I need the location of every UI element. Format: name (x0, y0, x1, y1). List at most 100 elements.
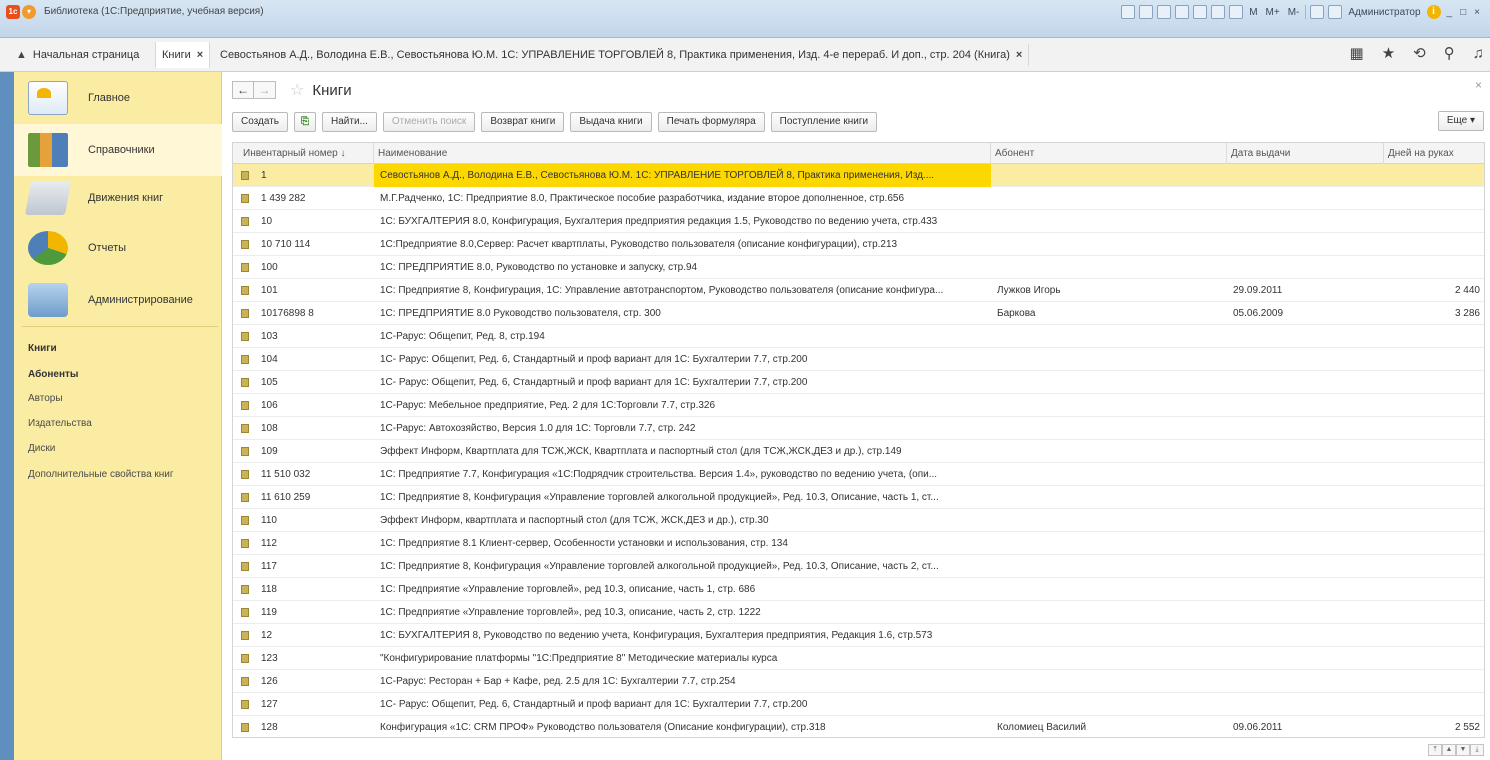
inventory-number: 119 (261, 607, 277, 618)
issue-book-button[interactable]: Выдача книги (570, 112, 652, 132)
apps-grid-icon[interactable]: ▦ (1350, 44, 1364, 62)
nav-link-publishers[interactable]: Издательства (28, 418, 92, 429)
column-inventory-number[interactable]: Инвентарный номер ↓ (233, 143, 374, 164)
cell-inventory-number: 12 (233, 624, 374, 647)
nav-link-disks[interactable]: Диски (28, 443, 55, 454)
table-row[interactable]: 128 Конфигурация «1С: CRM ПРОФ» Руководст… (233, 716, 1484, 737)
inventory-number: 123 (261, 653, 278, 664)
search-icon[interactable]: ⚲ (1444, 44, 1455, 62)
inventory-number: 10176898 8 (261, 308, 314, 319)
table-row[interactable]: 11 610 259 1С: Предприятие 8, Конфигураци… (233, 486, 1484, 509)
inventory-number: 106 (261, 400, 278, 411)
find-button[interactable]: Найти... (322, 112, 377, 132)
table-row[interactable]: 10176898 8 1С: ПРЕДПРИЯТИЕ 8.0 Руководств… (233, 302, 1484, 325)
table-row[interactable]: 110 Эффект Информ, квартплата и паспортны… (233, 509, 1484, 532)
cell-subscriber: Коломиец Василий (997, 722, 1087, 733)
back-button[interactable]: ← (232, 81, 254, 99)
table-row[interactable]: 117 1С: Предприятие 8, Конфигурация «Упра… (233, 555, 1484, 578)
column-subscriber[interactable]: Абонент (991, 143, 1227, 164)
section-book-movements-label: Движения книг (88, 192, 164, 204)
nav-link-authors[interactable]: Авторы (28, 393, 63, 404)
app-logo-icon[interactable]: 1c (6, 5, 20, 19)
table-row[interactable]: 127 1С- Рарус: Общепит, Ред. 6, Стандартн… (233, 693, 1484, 716)
memory-plus-button[interactable]: M+ (1264, 7, 1282, 18)
scroll-top-button[interactable]: ⤒ (1428, 744, 1442, 756)
section-main[interactable]: Главное (14, 72, 222, 124)
table-row[interactable]: 112 1С: Предприятие 8.1 Клиент-сервер, Ос… (233, 532, 1484, 555)
table-row[interactable]: 1 Севостьянов А.Д., Володина Е.В., Севост… (233, 164, 1484, 187)
cancel-search-button[interactable]: Отменить поиск (382, 112, 476, 132)
table-row[interactable]: 108 1С-Рарус: Автохозяйство, Версия 1.0 д… (233, 417, 1484, 440)
calendar-icon[interactable] (1211, 5, 1226, 19)
notifications-bell-icon[interactable]: ♫ (1473, 45, 1484, 62)
copy-link-icon[interactable] (1193, 5, 1208, 19)
table-row[interactable]: 12 1С: БУХГАЛТЕРИЯ 8, Руководство по веде… (233, 624, 1484, 647)
section-reports[interactable]: Отчеты (14, 222, 222, 274)
scroll-controls: ⤒ ▲ ▼ ⤓ (1428, 744, 1484, 756)
close-window-button[interactable]: × (1472, 7, 1482, 18)
table-row[interactable]: 10 1С: БУХГАЛТЕРИЯ 8.0, Конфигурация, Бух… (233, 210, 1484, 233)
toolbar-divider (1305, 5, 1307, 19)
column-name[interactable]: Наименование (374, 143, 991, 164)
cell-inventory-number: 106 (233, 394, 374, 417)
copy-button[interactable]: ⎘ (294, 112, 317, 132)
preview-icon[interactable] (1157, 5, 1172, 19)
section-administration[interactable]: Администрирование (14, 274, 222, 326)
favorites-star-icon[interactable]: ★ (1382, 44, 1395, 62)
nav-link-subscribers[interactable]: Абоненты (28, 369, 78, 380)
section-directories[interactable]: Справочники (14, 124, 222, 176)
nav-link-books[interactable]: Книги (28, 343, 57, 354)
column-days-on-hand[interactable]: Дней на руках (1384, 143, 1484, 164)
memory-minus-button[interactable]: M- (1286, 7, 1302, 18)
table-row[interactable]: 109 Эффект Информ, Квартплата для ТСЖ,ЖСК… (233, 440, 1484, 463)
more-button[interactable]: Еще ▾ (1437, 111, 1484, 131)
scroll-down-button[interactable]: ▼ (1456, 744, 1470, 756)
print-icon[interactable] (1139, 5, 1154, 19)
print-form-button[interactable]: Печать формуляра (657, 112, 765, 132)
table-row[interactable]: 103 1С-Рарус: Общепит, Ред. 8, стр.194 (233, 325, 1484, 348)
panel-icon[interactable] (1328, 5, 1343, 19)
calculator-icon[interactable] (1229, 5, 1244, 19)
save-icon[interactable] (1121, 5, 1136, 19)
memory-m-button[interactable]: M (1247, 7, 1259, 18)
book-receipt-button[interactable]: Поступление книги (770, 112, 878, 132)
tab-books-close-icon[interactable]: × (197, 49, 203, 61)
minimize-button[interactable]: _ (1445, 7, 1455, 18)
forward-button[interactable]: → (254, 81, 276, 99)
table-row[interactable]: 104 1С- Рарус: Общепит, Ред. 6, Стандартн… (233, 348, 1484, 371)
favorite-star-icon[interactable]: ☆ (290, 80, 304, 100)
info-icon[interactable]: i (1426, 5, 1441, 19)
table-row[interactable]: 126 1С-Рарус: Ресторан + Бар + Кафе, ред.… (233, 670, 1484, 693)
link-icon[interactable] (1175, 5, 1190, 19)
close-form-icon[interactable]: × (1475, 78, 1482, 92)
tab-books[interactable]: Книги × (155, 42, 211, 68)
restore-button[interactable]: □ (1458, 7, 1468, 18)
tab-home[interactable]: ▲ Начальная страница (10, 44, 145, 66)
laptop-icon (25, 181, 71, 215)
zoom-icon[interactable] (1310, 5, 1325, 19)
table-row[interactable]: 1 439 282 М.Г.Радченко, 1С: Предприятие 8… (233, 187, 1484, 210)
table-row[interactable]: 101 1С: Предприятие 8, Конфигурация, 1С: … (233, 279, 1484, 302)
scroll-bottom-button[interactable]: ⤓ (1470, 744, 1484, 756)
tab-book-card-label: Севостьянов А.Д., Володина Е.В., Севость… (220, 49, 1010, 61)
table-row[interactable]: 106 1С-Рарус: Мебельное предприятие, Ред.… (233, 394, 1484, 417)
table-row[interactable]: 105 1С- Рарус: Общепит, Ред. 6, Стандартн… (233, 371, 1484, 394)
table-row[interactable]: 118 1С: Предприятие «Управление торговлей… (233, 578, 1484, 601)
cell-inventory-number: 105 (233, 371, 374, 394)
return-book-button[interactable]: Возврат книги (481, 112, 565, 132)
column-issue-date[interactable]: Дата выдачи (1227, 143, 1384, 164)
table-row[interactable]: 119 1С: Предприятие «Управление торговлей… (233, 601, 1484, 624)
table-row[interactable]: 11 510 032 1С: Предприятие 7.7, Конфигура… (233, 463, 1484, 486)
create-button[interactable]: Создать (232, 112, 289, 132)
tab-book-card[interactable]: Севостьянов А.Д., Володина Е.В., Севость… (214, 44, 1030, 66)
table-row[interactable]: 123 "Конфигурирование платформы "1С:Предп… (233, 647, 1484, 670)
nav-link-book-properties[interactable]: Дополнительные свойства книг (28, 469, 174, 480)
history-icon[interactable]: ⟲ (1413, 44, 1426, 62)
main-menu-icon[interactable]: ▾ (22, 5, 36, 19)
tab-book-card-close-icon[interactable]: × (1016, 49, 1022, 61)
scroll-up-button[interactable]: ▲ (1442, 744, 1456, 756)
table-row[interactable]: 10 710 114 1С:Предприятие 8.0,Сервер: Рас… (233, 233, 1484, 256)
section-book-movements[interactable]: Движения книг (14, 172, 222, 224)
user-name[interactable]: Администратор (1346, 7, 1422, 18)
table-row[interactable]: 100 1С: ПРЕДПРИЯТИЕ 8.0, Руководство по у… (233, 256, 1484, 279)
